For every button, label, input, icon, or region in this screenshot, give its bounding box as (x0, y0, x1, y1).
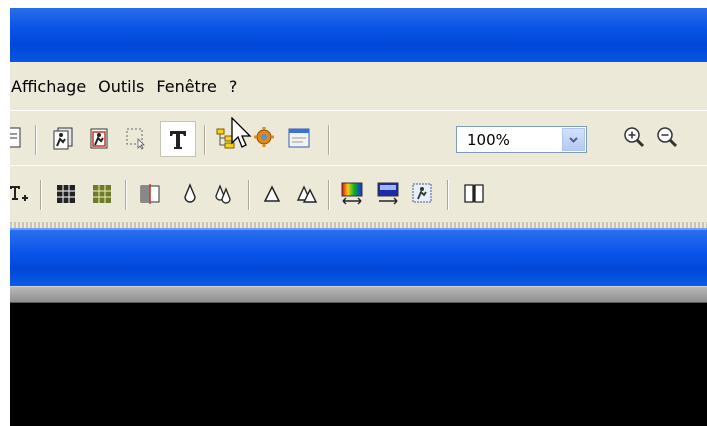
separator (204, 125, 205, 155)
separator (328, 180, 329, 210)
zoom-out-icon[interactable] (655, 125, 679, 149)
book-icon[interactable] (462, 181, 486, 205)
grid-olive-icon[interactable] (90, 182, 114, 206)
chevron-down-icon (569, 137, 578, 143)
menu-fenetre[interactable]: Fenêtre (156, 77, 227, 96)
droplet-icon[interactable] (178, 182, 202, 206)
separator (248, 180, 249, 210)
app-window: Affichage Outils Fenêtre ? 100% (10, 8, 707, 426)
separator (447, 180, 448, 210)
menu-bar: Affichage Outils Fenêtre ? (10, 62, 707, 110)
text-tool-icon (170, 131, 186, 149)
zoom-dropdown-button[interactable] (562, 128, 585, 151)
mouse-cursor-icon (231, 117, 252, 148)
split-fill-icon[interactable] (138, 182, 162, 206)
separator (40, 180, 41, 210)
menu-help[interactable]: ? (229, 77, 248, 96)
title-bar[interactable] (10, 8, 707, 62)
text-add-icon[interactable] (10, 182, 30, 206)
layout-toolbar (10, 165, 707, 223)
separator (328, 125, 329, 155)
page-person-red-icon[interactable] (88, 126, 112, 150)
page-person-icon[interactable] (52, 126, 76, 150)
text-tool-button[interactable] (160, 121, 196, 157)
triangle-icon[interactable] (260, 182, 284, 206)
zoom-value: 100% (467, 131, 510, 149)
double-droplet-icon[interactable] (211, 182, 235, 206)
ruler-strip (10, 286, 707, 303)
standard-toolbar: 100% (10, 110, 707, 166)
double-triangle-icon[interactable] (295, 182, 319, 206)
separator (35, 125, 36, 155)
canvas-area[interactable] (10, 303, 707, 426)
marquee-select-icon[interactable] (124, 126, 148, 150)
rainbow-swap-icon[interactable] (340, 181, 364, 205)
monitor-swap-icon[interactable] (376, 181, 400, 205)
stamp-icon[interactable] (410, 181, 434, 205)
grid-black-icon[interactable] (54, 182, 78, 206)
zoom-select[interactable]: 100% (456, 126, 587, 153)
zoom-in-icon[interactable] (622, 125, 646, 149)
page-icon[interactable] (10, 126, 26, 150)
window-icon[interactable] (287, 126, 311, 150)
menu-outils[interactable]: Outils (98, 77, 154, 96)
menu-affichage[interactable]: Affichage (10, 77, 96, 96)
gear-icon[interactable] (252, 125, 276, 149)
separator (125, 180, 126, 210)
panel-titlebar[interactable] (10, 228, 707, 286)
